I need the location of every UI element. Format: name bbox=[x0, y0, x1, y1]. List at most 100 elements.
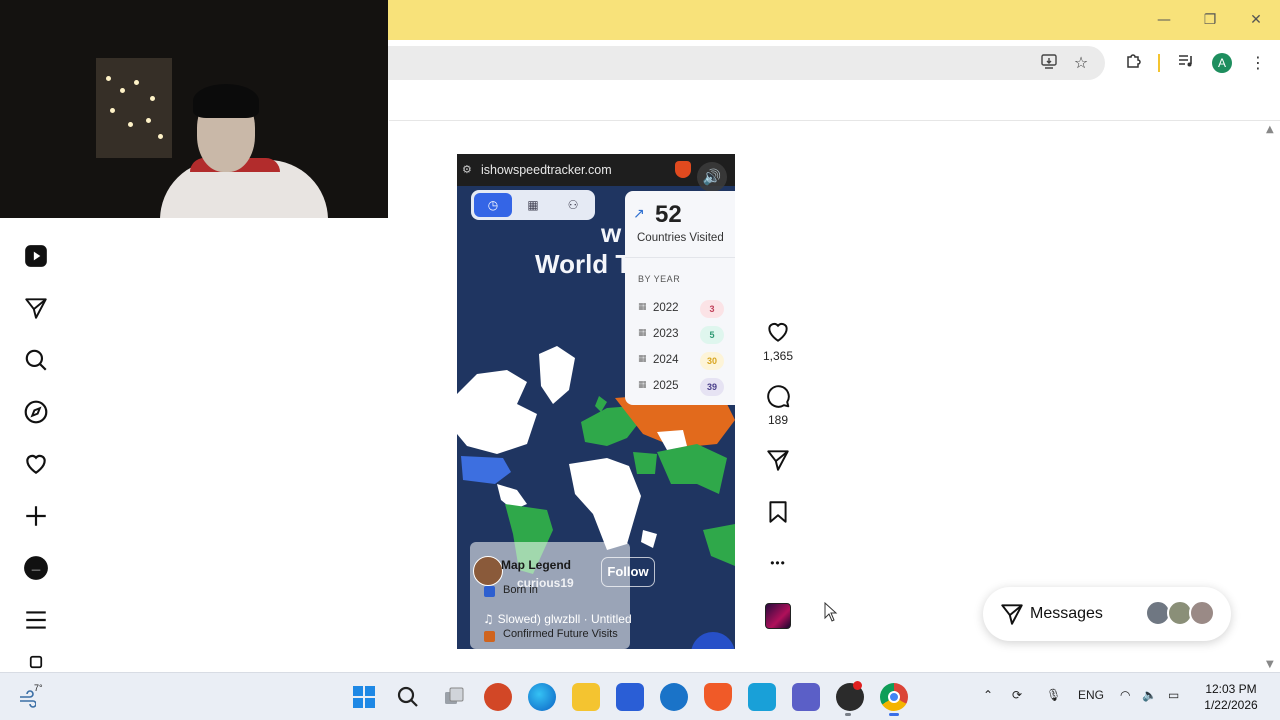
audio-track-label: Slowed) glwzbll · Untitled bbox=[497, 612, 632, 626]
profile-avatar-icon[interactable] bbox=[22, 554, 50, 582]
save-bookmark-icon[interactable] bbox=[764, 498, 792, 526]
like-heart-icon[interactable] bbox=[764, 318, 792, 346]
extensions-puzzle-icon[interactable] bbox=[1122, 52, 1144, 74]
reels-icon[interactable] bbox=[22, 242, 50, 270]
webcam-light bbox=[106, 76, 111, 81]
audio-thumbnail[interactable] bbox=[765, 603, 791, 629]
webcam-light bbox=[150, 96, 155, 101]
battery-icon[interactable]: ▭ bbox=[1168, 688, 1179, 702]
scroll-up-arrow-icon[interactable]: ▲ bbox=[1266, 124, 1274, 135]
start-windows-icon[interactable] bbox=[350, 683, 378, 711]
tab-timeline-clock-icon[interactable]: ◷ bbox=[474, 193, 512, 217]
file-explorer-icon[interactable] bbox=[572, 683, 600, 711]
content-divider bbox=[389, 120, 1280, 121]
reel-video[interactable]: ⚙ ishowspeedtracker.com 🔊 w Sp World T ◷… bbox=[457, 154, 735, 649]
webcam-person-hair bbox=[193, 84, 259, 118]
future-visits-swatch bbox=[484, 631, 495, 642]
language-indicator[interactable]: ENG bbox=[1078, 688, 1104, 702]
brave-shield-icon bbox=[675, 161, 691, 178]
outlook-icon[interactable] bbox=[660, 683, 688, 711]
webcam-light bbox=[110, 108, 115, 113]
born-in-swatch bbox=[484, 586, 495, 597]
powerpoint-icon[interactable] bbox=[484, 683, 512, 711]
explore-compass-icon[interactable] bbox=[22, 398, 50, 426]
toolbar-separator bbox=[1158, 54, 1160, 72]
author-avatar[interactable] bbox=[473, 556, 503, 586]
unmute-speaker-icon[interactable]: 🔊 bbox=[697, 162, 727, 192]
clock-date[interactable]: 1/22/2026 bbox=[1196, 698, 1266, 712]
minimize-button[interactable]: — bbox=[1152, 8, 1176, 32]
comment-icon[interactable] bbox=[764, 382, 792, 410]
search-icon[interactable] bbox=[22, 346, 50, 374]
install-app-icon[interactable] bbox=[1038, 52, 1060, 74]
tracker-tab-bar: ◷ ▦ ⚇ bbox=[471, 190, 595, 220]
also-from-meta-icon[interactable] bbox=[22, 652, 50, 672]
clock-time[interactable]: 12:03 PM bbox=[1196, 682, 1266, 696]
media-controls-icon[interactable] bbox=[1175, 52, 1197, 74]
map-legend-title: Map Legend bbox=[501, 558, 572, 572]
running-indicator bbox=[845, 713, 851, 716]
search-taskbar-icon[interactable] bbox=[394, 683, 422, 711]
site-settings-icon: ⚙ bbox=[462, 163, 472, 176]
task-view-icon[interactable] bbox=[440, 683, 468, 711]
create-plus-icon[interactable] bbox=[22, 502, 50, 530]
calendar-icon: ▦ bbox=[638, 380, 647, 390]
webcam-light bbox=[128, 122, 133, 127]
remote-desktop-icon[interactable] bbox=[748, 683, 776, 711]
direct-messages-icon[interactable] bbox=[22, 294, 50, 322]
teams-icon[interactable] bbox=[792, 683, 820, 711]
show-hidden-icons-chevron-icon[interactable]: ⌃ bbox=[983, 688, 993, 702]
year-count-badge: 30 bbox=[700, 352, 724, 370]
wifi-icon[interactable]: ◠ bbox=[1120, 688, 1130, 702]
recording-indicator bbox=[853, 681, 862, 690]
tab-calendar-icon[interactable]: ▦ bbox=[514, 193, 552, 217]
year-label: 2023 bbox=[653, 328, 679, 340]
temperature: 7° bbox=[34, 683, 43, 693]
calendar-icon: ▦ bbox=[638, 328, 647, 338]
stats-divider bbox=[625, 257, 735, 258]
share-send-icon[interactable] bbox=[764, 446, 792, 474]
reel-audio-track[interactable]: ♫ Slowed) glwzbll · Untitled bbox=[483, 612, 632, 626]
reel-url-text: ishowspeedtracker.com bbox=[481, 163, 612, 177]
profile-avatar[interactable]: A bbox=[1212, 53, 1232, 73]
volume-icon[interactable]: 🔈 bbox=[1142, 688, 1157, 702]
tab-people-icon[interactable]: ⚇ bbox=[554, 193, 592, 217]
restore-button[interactable]: ❐ bbox=[1198, 8, 1222, 32]
chrome-browser-icon[interactable] bbox=[880, 683, 908, 711]
notifications-heart-icon[interactable] bbox=[22, 450, 50, 478]
webcam-light bbox=[146, 118, 151, 123]
calendar-icon: ▦ bbox=[638, 302, 647, 312]
year-row: ▦ 2022 3 bbox=[638, 299, 728, 319]
year-row: ▦ 2025 39 bbox=[638, 377, 728, 397]
year-count-badge: 3 bbox=[700, 300, 724, 318]
webcam-light bbox=[134, 80, 139, 85]
year-label: 2022 bbox=[653, 302, 679, 314]
chrome-menu-icon[interactable]: ⋮ bbox=[1247, 52, 1269, 74]
microphone-icon[interactable]: 🎙 bbox=[1046, 688, 1061, 702]
follow-button[interactable]: Follow bbox=[601, 557, 655, 587]
calendar-icon: ▦ bbox=[638, 354, 647, 364]
mouse-cursor-icon bbox=[824, 602, 838, 622]
year-row: ▦ 2023 5 bbox=[638, 325, 728, 345]
scroll-down-arrow-icon[interactable]: ▼ bbox=[1266, 659, 1274, 670]
brave-browser-icon[interactable] bbox=[704, 683, 732, 711]
edge-browser-icon[interactable] bbox=[528, 683, 556, 711]
weather-widget[interactable]: 7° bbox=[18, 683, 48, 711]
windows-taskbar: 7° ⌃ ⟳ 🎙 ENG ◠ 🔈 ▭ 12:03 PM 1/22/2026 bbox=[0, 672, 1280, 720]
message-contact-avatar bbox=[1189, 600, 1215, 626]
born-in-label: Born in bbox=[503, 584, 538, 596]
messages-send-icon bbox=[1001, 604, 1023, 625]
sync-icon[interactable]: ⟳ bbox=[1012, 688, 1022, 702]
countries-stats-card: ↗ 52 Countries Visited BY YEAR ▦ 2022 3 ▦ 20… bbox=[625, 191, 735, 405]
microsoft-store-icon[interactable] bbox=[616, 683, 644, 711]
more-menu-icon[interactable] bbox=[22, 606, 50, 634]
year-count-badge: 39 bbox=[700, 378, 724, 396]
messages-dock[interactable]: Messages bbox=[983, 587, 1231, 641]
bookmark-star-icon[interactable]: ☆ bbox=[1070, 52, 1092, 74]
future-visits-label: Confirmed Future Visits bbox=[503, 628, 618, 640]
close-button[interactable]: ✕ bbox=[1244, 8, 1268, 32]
more-options-icon[interactable]: ••• bbox=[764, 549, 792, 577]
reel-url-bar: ⚙ ishowspeedtracker.com bbox=[457, 154, 735, 186]
messages-label: Messages bbox=[1030, 605, 1103, 622]
comment-count: 189 bbox=[767, 413, 789, 427]
